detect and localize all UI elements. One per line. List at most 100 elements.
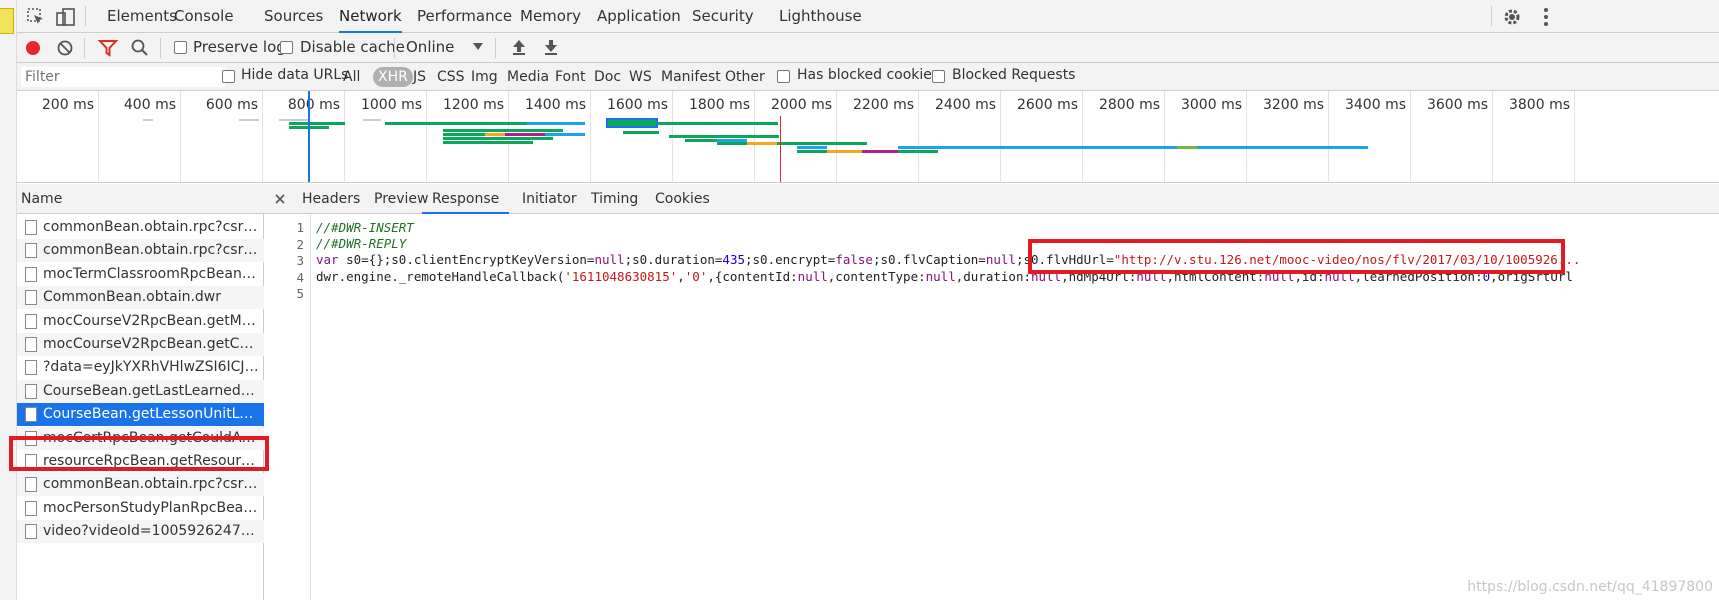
device-toolbar-icon[interactable]	[55, 6, 77, 28]
hide-data-urls-checkbox[interactable]	[222, 70, 235, 83]
network-toolbar: Preserve log Disable cache Online	[17, 33, 1719, 63]
code-token: ,contentType:	[827, 269, 926, 284]
toolbar-divider	[85, 6, 86, 26]
close-icon[interactable]	[275, 194, 285, 204]
tab-memory[interactable]: Memory	[520, 0, 581, 33]
search-icon[interactable]	[130, 38, 150, 58]
document-icon	[25, 500, 37, 516]
filter-type-font[interactable]: Font	[555, 67, 585, 87]
inspect-element-icon[interactable]	[25, 6, 47, 28]
waterfall-bar	[747, 142, 777, 145]
request-row[interactable]: CourseBean.getLessonUnitLearnV...	[17, 403, 264, 427]
code-token: ,duration:	[955, 269, 1031, 284]
request-name: mocCourseV2RpcBean.getMemb...	[43, 312, 259, 329]
disable-cache-label: Disable cache	[300, 38, 405, 56]
blocked-requests-label: Blocked Requests	[952, 67, 1076, 83]
filter-type-js[interactable]: JS	[413, 67, 426, 87]
code-token: dwr.engine._remoteHandleCallback(	[316, 269, 565, 284]
timeline-tick-label: 2800 ms	[1098, 97, 1160, 113]
detail-tab-timing[interactable]: Timing	[591, 184, 638, 214]
network-overview-timeline[interactable]: 200 ms 400 ms 600 ms 800 ms 1000 ms 1200 ms 14…	[17, 91, 1719, 183]
tab-elements[interactable]: Elements	[107, 0, 177, 33]
tab-performance[interactable]: Performance	[417, 0, 512, 33]
load-event-line	[780, 116, 781, 182]
blocked-requests-checkbox[interactable]	[932, 70, 945, 83]
waterfall-bar	[239, 119, 259, 121]
waterfall-bar	[777, 142, 867, 145]
timeline-tick-label: 3600 ms	[1426, 97, 1488, 113]
request-row[interactable]: CommonBean.obtain.dwr	[17, 286, 264, 310]
disable-cache-checkbox[interactable]	[280, 41, 293, 54]
export-har-download-icon[interactable]	[543, 38, 559, 56]
code-token: '0'	[684, 269, 708, 284]
request-row[interactable]: mocCourseV2RpcBean.getCourse...	[17, 333, 264, 356]
document-icon	[25, 313, 37, 329]
waterfall-bar	[669, 135, 779, 138]
request-name: ?data=eyJkYXRhVHlwZSI6ICJlliwic...	[43, 359, 259, 376]
filter-type-css[interactable]: CSS	[437, 67, 465, 87]
has-blocked-cookies-checkbox[interactable]	[777, 70, 790, 83]
code-token: var	[316, 252, 347, 267]
request-row[interactable]: commonBean.obtain.rpc?csrfKey=...	[17, 216, 264, 239]
document-icon	[25, 220, 37, 235]
waterfall-bar	[279, 119, 309, 121]
page-edge-strip	[0, 0, 17, 600]
filter-input[interactable]	[21, 67, 225, 87]
request-row[interactable]: video?videoId=1005926247&sign...	[17, 520, 264, 544]
filter-type-other[interactable]: Other	[725, 67, 765, 87]
request-row[interactable]: commonBean.obtain.rpc?csrfKey=...	[17, 239, 264, 263]
code-token: ;s0.flvCaption=	[872, 252, 986, 267]
filter-funnel-icon[interactable]	[98, 39, 118, 57]
tab-application[interactable]: Application	[597, 0, 681, 33]
dropdown-caret-icon[interactable]	[473, 43, 483, 51]
filter-type-img[interactable]: Img	[471, 67, 498, 87]
request-row[interactable]: CourseBean.getLastLearnedMocT...	[17, 379, 264, 403]
request-name: commonBean.obtain.rpc?csrfKey=...	[43, 219, 259, 235]
import-har-upload-icon[interactable]	[511, 38, 527, 56]
detail-tab-response[interactable]: Response	[422, 184, 510, 214]
filter-type-xhr[interactable]: XHR	[373, 67, 413, 87]
code-token: null	[594, 252, 625, 267]
filter-type-ws[interactable]: WS	[629, 67, 652, 87]
timeline-gridline	[1574, 91, 1575, 182]
filter-type-media[interactable]: Media	[507, 67, 549, 87]
name-column-header[interactable]: Name	[17, 184, 264, 214]
request-row[interactable]: commonBean.obtain.rpc?csrfKey=...	[17, 473, 264, 497]
filter-type-all[interactable]: All	[343, 67, 360, 87]
throttling-select[interactable]: Online	[406, 38, 454, 56]
detail-tab-initiator[interactable]: Initiator	[522, 184, 577, 214]
page-tab-marker	[0, 8, 14, 34]
waterfall-bar	[797, 146, 827, 149]
detail-tab-preview[interactable]: Preview	[374, 184, 429, 214]
detail-tab-headers[interactable]: Headers	[302, 184, 360, 214]
tab-security[interactable]: Security	[692, 0, 754, 33]
timeline-tick-label: 3400 ms	[1344, 97, 1406, 113]
settings-gear-icon[interactable]	[1501, 6, 1523, 28]
request-row[interactable]: ?data=eyJkYXRhVHlwZSI6ICJlliwic...	[17, 356, 264, 379]
filter-type-manifest[interactable]: Manifest	[661, 67, 721, 87]
tab-lighthouse[interactable]: Lighthouse	[779, 0, 862, 33]
filter-bar: Hide data URLs All XHRJS CSS Img Media Font Do…	[17, 63, 1719, 91]
tab-sources[interactable]: Sources	[264, 0, 323, 33]
clear-icon[interactable]	[56, 39, 74, 57]
toolbar-divider	[495, 38, 496, 58]
request-row[interactable]: mocPersonStudyPlanRpcBean.stu...	[17, 497, 264, 520]
request-row[interactable]: mocCourseV2RpcBean.getMemb...	[17, 310, 264, 333]
code-token: null	[985, 252, 1016, 267]
timeline-tick-label: 1000 ms	[360, 97, 422, 113]
waterfall-bar	[143, 119, 153, 121]
tab-network[interactable]: Network	[339, 0, 402, 33]
waterfall-bar	[797, 150, 827, 153]
code-token: ;s0.encrypt=	[745, 252, 836, 267]
record-icon[interactable]	[24, 39, 42, 57]
request-row[interactable]: mocTermClassroomRpcBean.has...	[17, 263, 264, 286]
code-token: null	[925, 269, 956, 284]
timeline-tick-label: 3800 ms	[1508, 97, 1570, 113]
preserve-log-checkbox[interactable]	[174, 41, 187, 54]
more-options-icon[interactable]	[1535, 6, 1557, 28]
detail-tab-cookies[interactable]: Cookies	[655, 184, 710, 214]
request-name: video?videoId=1005926247&sign...	[43, 523, 259, 540]
filter-type-doc[interactable]: Doc	[594, 67, 621, 87]
highlight-box-flvhdurl	[1028, 239, 1565, 274]
tab-console[interactable]: Console	[174, 0, 234, 33]
